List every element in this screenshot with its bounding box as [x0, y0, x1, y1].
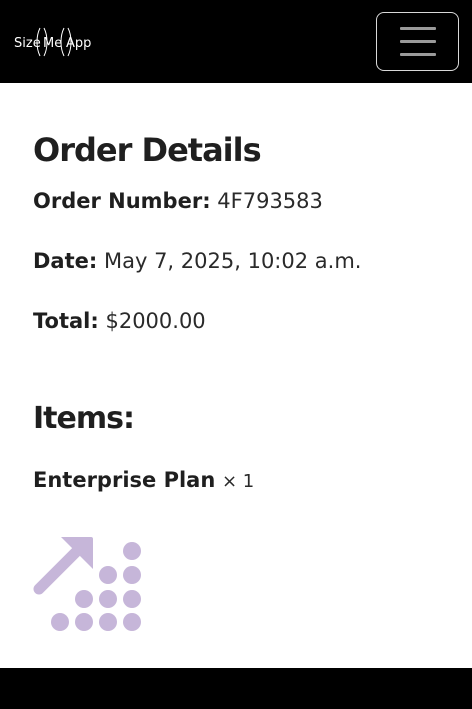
order-number-label: Order Number:	[33, 189, 211, 213]
menu-toggle-button[interactable]	[376, 12, 459, 71]
order-date-row: Date: May 7, 2025, 10:02 a.m.	[33, 249, 361, 273]
navbar: Size Me App	[0, 0, 472, 83]
footer	[0, 668, 472, 709]
order-total-value: $2000.00	[105, 309, 206, 333]
list-item: Enterprise Plan × 1	[33, 468, 254, 492]
svg-text:Size: Size	[14, 36, 41, 51]
order-total-row: Total: $2000.00	[33, 309, 206, 333]
svg-text:App: App	[66, 36, 91, 51]
order-number-row: Order Number: 4F793583	[33, 189, 323, 213]
brand-logo[interactable]: Size Me App	[14, 22, 94, 62]
item-name: Enterprise Plan	[33, 468, 216, 492]
sizemeapp-logo: Size Me App	[14, 27, 91, 56]
order-date-label: Date:	[33, 249, 98, 273]
growth-arrow-dots-icon	[33, 537, 141, 631]
order-date-value: May 7, 2025, 10:02 a.m.	[103, 249, 362, 273]
item-quantity: × 1	[221, 471, 255, 492]
order-total-label: Total:	[33, 309, 99, 333]
svg-text:Me: Me	[43, 36, 62, 51]
page-title: Order Details	[33, 131, 262, 169]
items-heading: Items:	[33, 401, 135, 436]
order-number-value: 4F793583	[217, 189, 323, 213]
hamburger-menu-icon	[399, 27, 436, 30]
